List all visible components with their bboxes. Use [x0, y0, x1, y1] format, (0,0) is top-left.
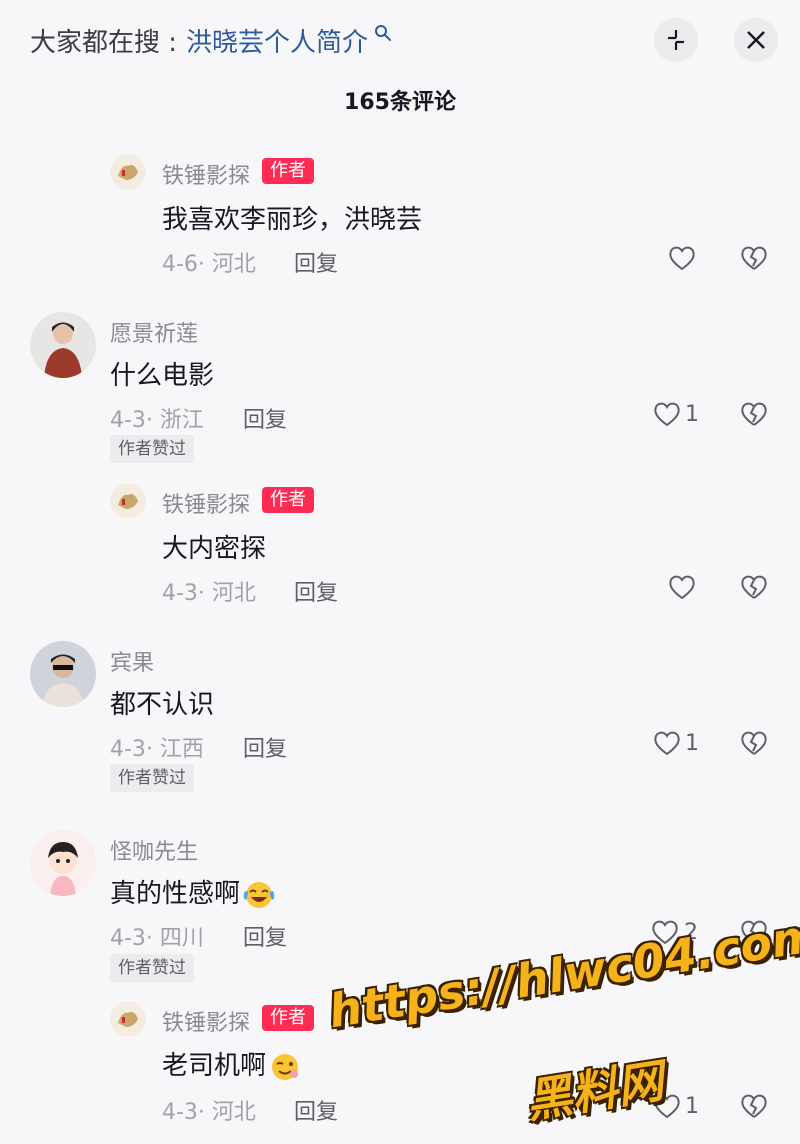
wink-emoji-icon [272, 1053, 299, 1080]
heart-icon[interactable] [667, 244, 697, 272]
comment-text: 老司机啊 [162, 1045, 302, 1082]
comment-text-content: 老司机啊 [162, 1051, 267, 1081]
like-count: 1 [685, 402, 699, 427]
search-suggestion-link[interactable]: 洪晓芸个人简介 [186, 22, 368, 59]
comment-meta: 4-3· 江西 [110, 737, 204, 762]
comment-username[interactable]: 铁锤影探 [162, 1005, 250, 1037]
avatar[interactable] [30, 641, 96, 707]
heart-icon[interactable] [667, 573, 697, 601]
reply-button[interactable]: 回复 [294, 246, 338, 278]
liked-by-author-tag: 作者赞过 [110, 764, 194, 792]
comment-text: 大内密探 [162, 534, 267, 564]
heart-icon[interactable] [652, 729, 682, 757]
avatar[interactable] [110, 483, 146, 519]
reply-button[interactable]: 回复 [294, 575, 338, 607]
liked-by-author-tag: 作者赞过 [110, 435, 194, 463]
top-bar: 大家都在搜 : 洪晓芸个人简介 [0, 0, 800, 80]
avatar[interactable] [110, 154, 146, 190]
comment-text-content: 真的性感啊 [110, 879, 241, 909]
comment-count: 165条评论 [344, 90, 456, 115]
broken-heart-icon[interactable] [739, 243, 769, 273]
reply-button[interactable]: 回复 [243, 402, 287, 434]
comment-meta: 4-6· 河北 [162, 252, 256, 277]
comment-username[interactable]: 愿景祈莲 [110, 316, 198, 348]
comment-meta: 4-3· 河北 [162, 1100, 256, 1125]
author-badge: 作者 [262, 487, 314, 513]
watermark-name: 黑料网 [522, 1053, 667, 1129]
comment-text: 真的性感啊 [110, 873, 276, 910]
comment-meta: 4-3· 河北 [162, 581, 256, 606]
comment-username[interactable]: 宾果 [110, 645, 154, 677]
search-prefix-label: 大家都在搜 : [30, 28, 178, 58]
broken-heart-icon[interactable] [739, 399, 769, 429]
close-icon [747, 31, 765, 49]
watermark-url: https://hlwc04.com [325, 907, 800, 1039]
reply-button[interactable]: 回复 [243, 920, 287, 952]
close-button[interactable] [734, 18, 778, 62]
collapse-icon [668, 30, 684, 50]
heart-icon[interactable] [652, 400, 682, 428]
avatar[interactable] [30, 312, 96, 378]
author-badge: 作者 [262, 1005, 314, 1031]
comment-text: 什么电影 [110, 361, 215, 391]
watermark: https://hlwc04.com 黑料网 [325, 907, 800, 1128]
liked-by-author-tag: 作者赞过 [110, 954, 194, 982]
like-count: 1 [685, 731, 699, 756]
author-badge: 作者 [262, 158, 314, 184]
avatar[interactable] [30, 830, 96, 896]
collapse-button[interactable] [654, 18, 698, 62]
avatar[interactable] [110, 1001, 146, 1037]
comment-username[interactable]: 铁锤影探 [162, 487, 250, 519]
comment-username[interactable]: 怪咖先生 [110, 834, 198, 866]
comment-meta: 4-3· 四川 [110, 926, 204, 951]
comment-username[interactable]: 铁锤影探 [162, 158, 250, 190]
reply-button[interactable]: 回复 [243, 731, 287, 763]
search-icon[interactable] [374, 24, 392, 42]
broken-heart-icon[interactable] [739, 572, 769, 602]
broken-heart-icon[interactable] [739, 728, 769, 758]
comment-text: 我喜欢李丽珍，洪晓芸 [162, 205, 423, 235]
comment-text: 都不认识 [110, 690, 215, 720]
comment-meta: 4-3· 浙江 [110, 408, 204, 433]
laughing-crying-emoji-icon [243, 881, 275, 908]
